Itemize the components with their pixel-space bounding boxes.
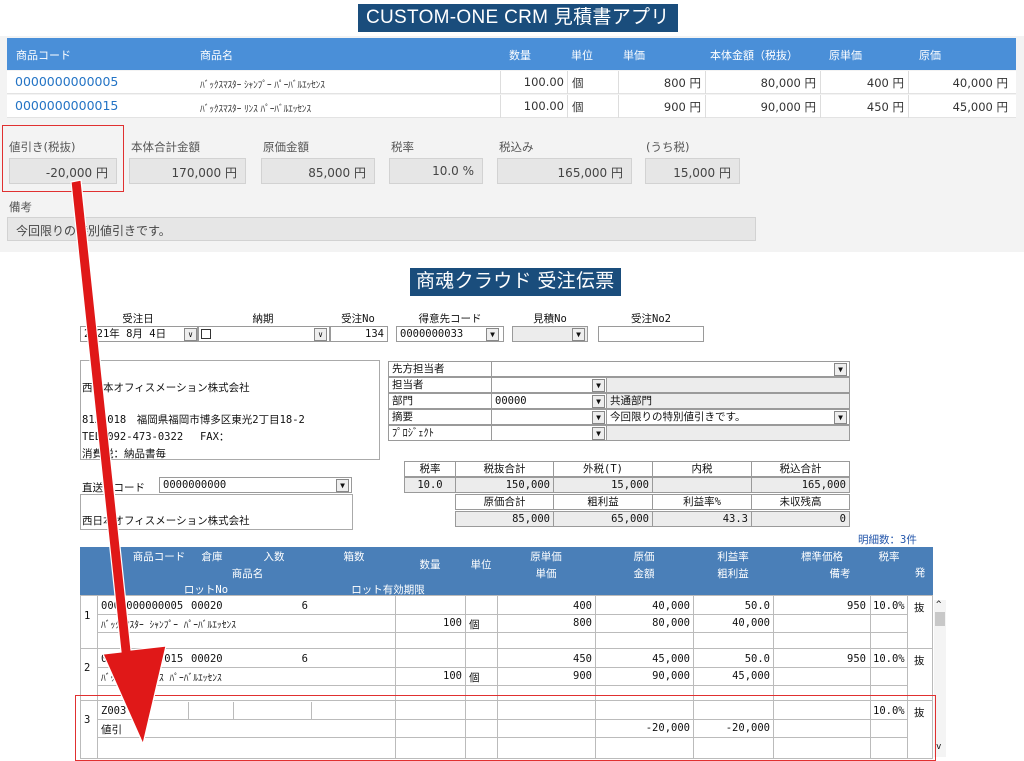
arrow-icon <box>70 179 167 746</box>
